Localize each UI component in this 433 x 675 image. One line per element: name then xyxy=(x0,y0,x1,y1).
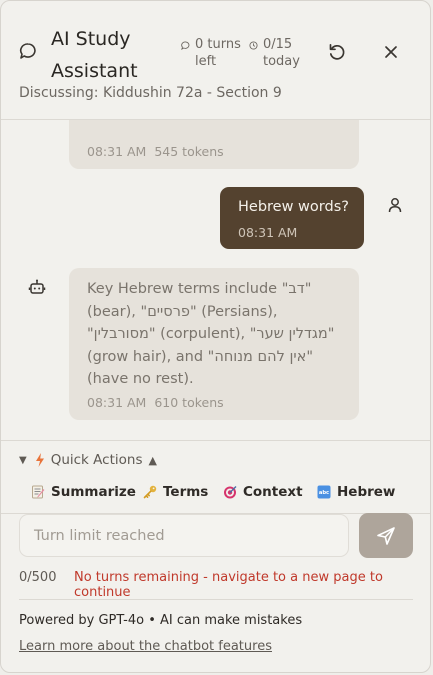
svg-text:abc: abc xyxy=(319,490,329,496)
user-message: Hebrew words? 08:31 AM xyxy=(220,187,364,249)
context-button[interactable]: Context xyxy=(223,481,303,503)
memo-icon xyxy=(32,485,45,499)
message-tokens: 545 tokens xyxy=(154,144,224,159)
message-meta: 08:31 AM 545 tokens xyxy=(87,144,224,159)
send-button[interactable] xyxy=(359,513,413,558)
target-icon xyxy=(224,486,237,499)
turn-limit-warning: No turns remaining - navigate to a new p… xyxy=(74,570,383,600)
assistant-message-text: Key Hebrew terms include "דב" (bear), "פ… xyxy=(87,281,335,387)
hebrew-label: Hebrew xyxy=(337,484,396,500)
powered-by-text: Powered by GPT-4o • AI can make mistakes xyxy=(19,613,303,628)
daily-usage-text: 0/15 today xyxy=(263,37,300,69)
terms-label: Terms xyxy=(163,484,209,500)
page-title: AI Study Assistant xyxy=(51,28,138,82)
chat-small-icon xyxy=(181,41,190,50)
hebrew-button[interactable]: abc Hebrew xyxy=(317,481,395,503)
context-label: Context xyxy=(243,484,303,500)
assistant-message-previous: 08:31 AM 545 tokens xyxy=(69,120,359,169)
key-icon xyxy=(143,485,157,499)
terms-button[interactable]: Terms xyxy=(143,481,208,503)
learn-more-link[interactable]: Learn more about the chatbot features xyxy=(19,639,272,654)
close-icon[interactable] xyxy=(380,41,402,63)
turns-left-stat: 0 turns left xyxy=(181,36,245,70)
chat-bubble-icon xyxy=(19,43,36,59)
character-counter: 0/500 xyxy=(19,570,57,585)
user-message-time: 08:31 AM xyxy=(238,225,298,240)
chat-header: AI Study Assistant 0 turns left 0/15 tod… xyxy=(1,1,430,120)
quick-actions: ▼ Quick Actions ▲ Summarize Terms Contex… xyxy=(1,440,430,514)
chat-panel: AI Study Assistant 0 turns left 0/15 tod… xyxy=(0,0,431,673)
lightning-icon xyxy=(35,453,44,467)
message-tokens: 610 tokens xyxy=(154,395,224,410)
message-input-placeholder: Turn limit reached xyxy=(34,528,165,544)
message-list[interactable]: 08:31 AM 545 tokens Hebrew words? 08:31 A… xyxy=(1,120,430,440)
user-icon xyxy=(388,198,402,213)
quick-actions-toggle[interactable]: ▼ Quick Actions ▲ xyxy=(19,452,157,468)
bot-icon xyxy=(28,279,46,294)
discussion-subtitle: Discussing: Kiddushin 72a - Section 9 xyxy=(19,85,282,101)
summarize-button[interactable]: Summarize xyxy=(31,481,136,503)
turns-left-text: 0 turns left xyxy=(195,37,241,69)
quick-actions-label: Quick Actions xyxy=(50,452,143,468)
summarize-label: Summarize xyxy=(51,484,136,500)
footer-divider xyxy=(19,599,413,600)
message-time: 08:31 AM xyxy=(87,144,147,159)
reset-icon[interactable] xyxy=(326,41,348,63)
message-meta: 08:31 AM 610 tokens xyxy=(87,395,224,410)
daily-usage-stat: 0/15 today xyxy=(249,36,313,70)
clock-icon xyxy=(249,41,258,50)
expand-triangle-icon: ▲ xyxy=(148,453,157,467)
abc-icon: abc xyxy=(317,485,331,499)
send-icon xyxy=(377,527,395,545)
message-input[interactable]: Turn limit reached xyxy=(19,514,349,557)
assistant-message: Key Hebrew terms include "דב" (bear), "פ… xyxy=(69,268,359,420)
message-time: 08:31 AM xyxy=(87,395,147,410)
user-message-text: Hebrew words? xyxy=(238,199,349,215)
collapse-triangle-icon: ▼ xyxy=(19,454,27,466)
